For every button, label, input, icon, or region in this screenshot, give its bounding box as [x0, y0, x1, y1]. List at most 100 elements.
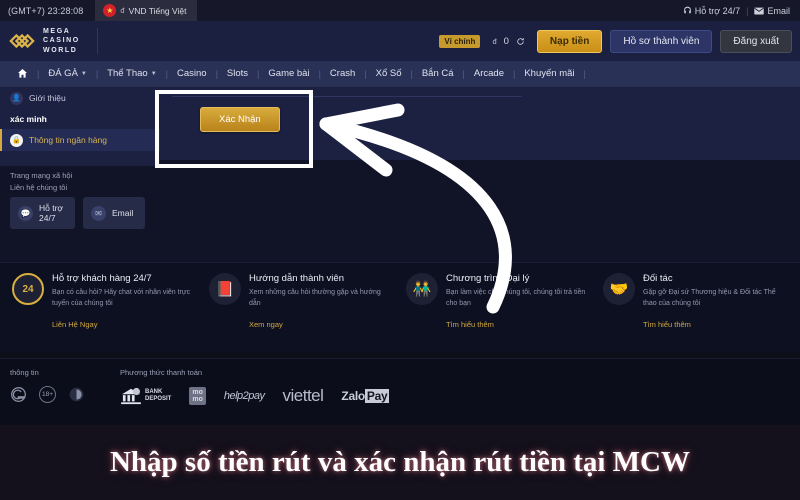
sidebar-item-intro-label: Giới thiệu [29, 93, 66, 103]
logout-button[interactable]: Đăng xuất [720, 29, 792, 53]
viettel-logo: viettel [282, 386, 324, 405]
app-root: (GMT+7) 23:28:08 ★ đ VND Tiếng Việt Hỗ t… [0, 0, 800, 500]
feature-title: Đối tác [643, 273, 673, 284]
bank-line-1: BANK [145, 389, 163, 396]
brand-logo-block[interactable]: MEGA CASINO WORLD [8, 27, 98, 55]
mcw-diamond-logo [9, 33, 35, 49]
wallet-balance: đ 0 [492, 36, 524, 47]
feature-link[interactable]: Xem ngay [249, 320, 283, 329]
feature-cards: 24 Hỗ trợ khách hàng 24/7 Bạn có câu hỏi? … [0, 262, 800, 352]
feature-link[interactable]: Tìm hiểu thêm [446, 320, 494, 329]
chevron-down-icon: ▼ [150, 70, 157, 77]
refresh-icon[interactable] [516, 37, 525, 46]
header-actions: Ví chính đ 0 Nạp tiền Hồ sơ thành viên Đ… [439, 29, 792, 53]
user-intro-icon: 👤 [10, 91, 23, 105]
confirm-button[interactable]: Xác Nhận [200, 107, 280, 132]
content-panel: Xác Nhận [160, 86, 800, 160]
language-label: VND Tiếng Việt [128, 5, 187, 16]
feature-card: 📕 Hướng dẫn thành viên Xem những câu hỏi t… [203, 273, 400, 352]
social-block: Trang mạng xã hội Liên hệ chúng tôi 💬 Hỗ… [10, 171, 146, 229]
support-label: Hỗ trợ 24/7 [694, 5, 741, 16]
feature-card: 24 Hỗ trợ khách hàng 24/7 Bạn có câu hỏi? … [6, 273, 203, 352]
payment-label: Phương thức thanh toán [120, 368, 203, 377]
form-divider [172, 96, 522, 97]
24-7-cycle-icon: 24 [12, 273, 44, 305]
feature-title: Hỗ trợ khách hàng 24/7 [52, 273, 152, 284]
nav-item-label: Slots [226, 68, 249, 79]
caption-text: Nhập số tiền rút và xác nhận rút tiền tạ… [109, 446, 690, 478]
momo-line-2: mo [192, 396, 203, 403]
momo-logo: mo mo [189, 386, 206, 406]
contact-support-text: Hỗ trợ 24/7 [39, 203, 63, 223]
contact-card-support[interactable]: 💬 Hỗ trợ 24/7 [10, 197, 75, 229]
contact-title: Liên hệ chúng tôi [10, 183, 68, 192]
feature-description: Bạn có câu hỏi? Hãy chat với nhân viên t… [52, 289, 191, 307]
bank-deposit-icon [121, 387, 141, 405]
nav-item-xổ-số[interactable]: Xổ Số [367, 68, 411, 79]
nav-item-đá-gà[interactable]: ĐÁ GÀ ▼ [39, 68, 96, 79]
page-body: 👤 Giới thiệu xác minh 🔒 Thông tin ngân h… [0, 86, 800, 352]
wallet-badge[interactable]: Ví chính [439, 34, 481, 48]
payment-logos: BANK DEPOSIT mo mo help2pay viettel Zalo… [120, 386, 390, 406]
contact-cards: 💬 Hỗ trợ 24/7 ✉ Email [10, 197, 146, 229]
caption-banner: Nhập số tiền rút và xác nhận rút tiền tạ… [0, 425, 800, 500]
language-selector[interactable]: ★ đ VND Tiếng Việt [95, 0, 197, 21]
nav-item-slots[interactable]: Slots [218, 68, 257, 79]
payment-column: Phương thức thanh toán BANK DEPOSIT mo m… [120, 368, 390, 425]
feature-card: 🤝 Đối tác Gặp gỡ Đại sứ Thương hiệu & Đối … [597, 273, 794, 352]
brand-header: MEGA CASINO WORLD Ví chính đ 0 Nạp tiền … [0, 21, 800, 61]
nav-item-label: Arcade [473, 68, 504, 79]
envelope-icon [754, 7, 765, 14]
book-guide-icon: 📕 [209, 273, 241, 305]
sidebar-item-intro[interactable]: 👤 Giới thiệu [0, 87, 160, 109]
top-divider: | [746, 5, 749, 16]
contact-card-email[interactable]: ✉ Email [83, 197, 146, 229]
payment-footer: thông tin 18+ Phương thức thanh toán BAN… [0, 358, 800, 425]
contact-email-label: Email [112, 208, 134, 218]
balance-currency: đ [492, 36, 497, 46]
nav-item-label: Crash [329, 68, 356, 79]
contact-support-line2: 24/7 [39, 213, 56, 223]
brand-line-2: CASINO [43, 37, 80, 45]
sidebar-item-bank-info[interactable]: 🔒 Thông tin ngân hàng [0, 129, 160, 151]
nav-item-label: Bắn Cá [421, 68, 454, 79]
nav-item-label: Casino [177, 68, 207, 79]
nav-item-arcade[interactable]: Arcade [465, 68, 513, 79]
brand-wordmark: MEGA CASINO WORLD [43, 27, 80, 55]
sidebar-item-bank-label: Thông tin ngân hàng [29, 135, 107, 145]
headset-icon [683, 6, 691, 14]
feature-description: Bạn làm việc cho chúng tôi, chúng tôi tr… [446, 289, 586, 307]
zalo-text: Zalo [341, 389, 365, 403]
bank-deposit-logo: BANK DEPOSIT [120, 387, 171, 405]
responsible-gaming-icon [69, 387, 84, 402]
nav-item-khuyến-mãi[interactable]: Khuyến mãi [515, 68, 583, 79]
chevron-down-icon: ▼ [80, 70, 87, 77]
info-icons: 18+ [10, 386, 120, 403]
home-icon [18, 69, 27, 78]
profile-button[interactable]: Hồ sơ thành viên [610, 29, 713, 53]
pay-text: Pay [364, 389, 390, 403]
zalopay-logo: Zalo Pay [341, 389, 390, 403]
server-time: (GMT+7) 23:28:08 [8, 5, 84, 16]
nav-item-bắn-cá[interactable]: Bắn Cá [413, 68, 463, 79]
momo-line-1: mo [192, 388, 203, 396]
nav-divider: | [583, 68, 586, 79]
email-link[interactable]: Email [754, 6, 790, 16]
nav-item-home[interactable] [8, 68, 37, 79]
nav-item-thể-thao[interactable]: Thể Thao ▼ [98, 68, 165, 79]
nav-item-label: Xổ Số [375, 68, 402, 79]
nav-item-game-bài[interactable]: Game bài [259, 68, 318, 79]
info-column: thông tin 18+ [10, 368, 120, 425]
nav-item-label: Game bài [268, 68, 310, 79]
feature-link[interactable]: Tìm hiểu thêm [643, 320, 691, 329]
feature-link[interactable]: Liên Hệ Ngay [52, 320, 97, 329]
nav-item-casino[interactable]: Casino [168, 68, 216, 79]
nav-item-label: ĐÁ GÀ [48, 68, 78, 79]
nav-item-label: Thể Thao [107, 68, 148, 79]
nav-item-crash[interactable]: Crash [321, 68, 364, 79]
deposit-button[interactable]: Nạp tiền [536, 29, 603, 53]
account-sidebar: 👤 Giới thiệu xác minh 🔒 Thông tin ngân h… [0, 86, 160, 166]
support-link[interactable]: Hỗ trợ 24/7 [683, 6, 740, 16]
sidebar-section-title: xác minh [10, 114, 47, 124]
18-plus-icon: 18+ [39, 386, 56, 403]
